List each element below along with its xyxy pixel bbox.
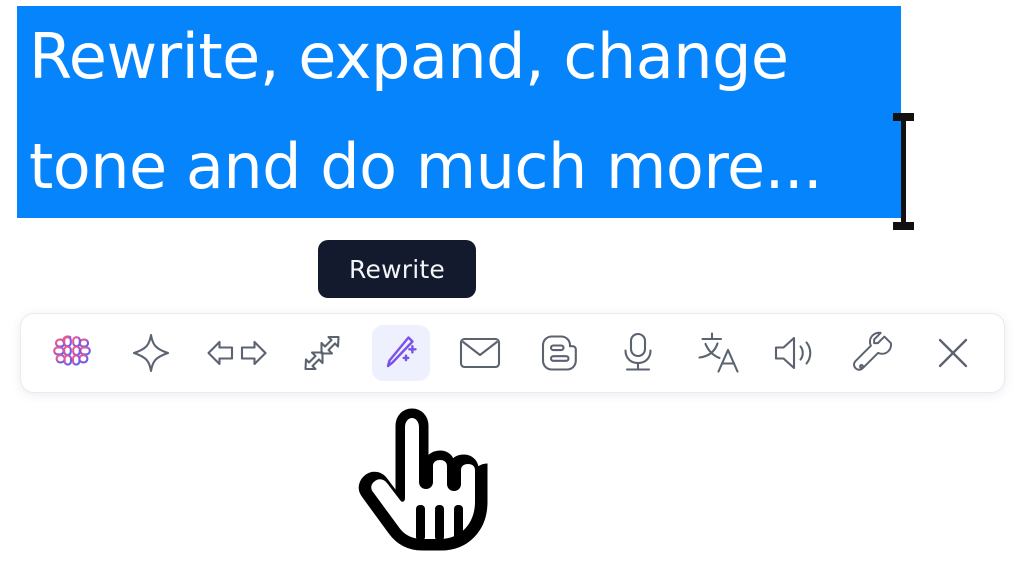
rewrite-tooltip: Rewrite <box>318 240 476 298</box>
text-cursor-cap-bottom <box>893 222 914 230</box>
toolbar-item-translate[interactable] <box>688 325 746 381</box>
expand-arrows-icon <box>300 331 344 375</box>
toolbar-item-sparkle[interactable] <box>122 325 180 381</box>
speaker-icon <box>772 333 818 373</box>
screen: Rewrite, expand, change tone and do much… <box>0 0 1024 567</box>
microphone-icon <box>620 331 656 375</box>
toolbar-item-brain-logo[interactable] <box>43 325 101 381</box>
sparkle-icon <box>130 332 172 374</box>
rewrite-tooltip-label: Rewrite <box>349 254 445 284</box>
brain-logo-icon <box>50 332 94 374</box>
translate-icon <box>693 330 741 376</box>
wrench-icon <box>852 331 896 375</box>
pointing-hand-cursor <box>352 404 492 556</box>
toolbar-item-email[interactable] <box>451 325 509 381</box>
close-icon <box>934 334 972 372</box>
arrows-lr-icon <box>206 336 268 370</box>
toolbar-item-expand[interactable] <box>293 325 351 381</box>
selected-text-block[interactable]: Rewrite, expand, change tone and do much… <box>17 6 901 218</box>
toolbar-item-shorten[interactable] <box>201 325 273 381</box>
toolbar-item-rewrite[interactable] <box>372 325 431 381</box>
blogger-icon <box>538 332 580 374</box>
selected-text-line-2: tone and do much more... <box>29 130 823 203</box>
toolbar-item-blog[interactable] <box>530 325 588 381</box>
selected-text-line-1: Rewrite, expand, change <box>29 20 789 93</box>
toolbar-item-dictate[interactable] <box>609 325 667 381</box>
magic-wand-icon <box>381 333 421 373</box>
text-cursor-stem <box>901 113 906 230</box>
toolbar-item-read-aloud[interactable] <box>766 325 824 381</box>
toolbar-item-close[interactable] <box>924 325 982 381</box>
toolbar-item-settings[interactable] <box>845 325 903 381</box>
ai-assistant-toolbar <box>20 313 1005 393</box>
text-cursor <box>893 113 914 230</box>
envelope-icon <box>458 334 502 372</box>
